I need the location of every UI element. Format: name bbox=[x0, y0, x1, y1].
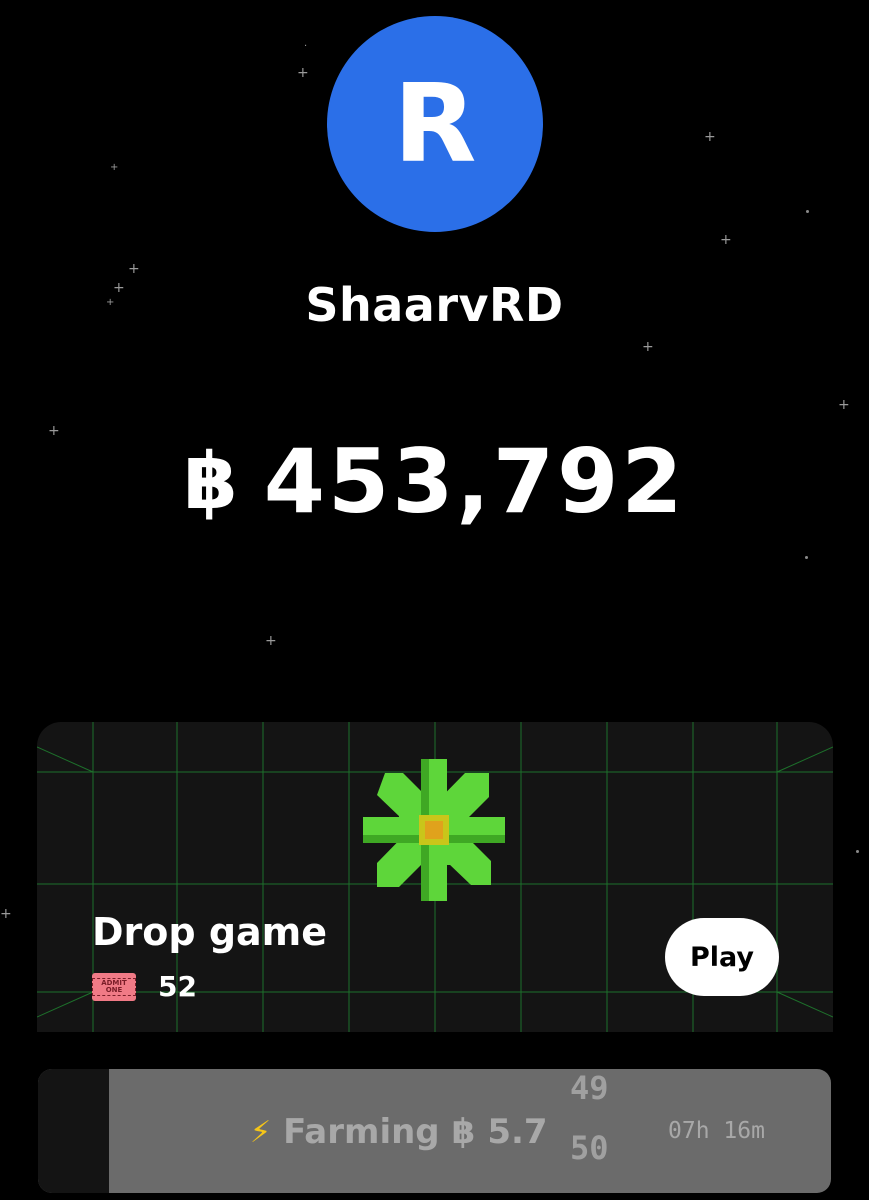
farming-amount: 5.7 bbox=[487, 1112, 548, 1152]
star-icon: + bbox=[0, 906, 12, 922]
star-icon: + bbox=[720, 232, 732, 248]
rolling-digits-top: 49 bbox=[570, 1069, 609, 1107]
game-title: Drop game bbox=[92, 910, 328, 954]
farming-progress bbox=[38, 1069, 110, 1193]
star-icon: + bbox=[265, 633, 277, 649]
farming-timer: 07h 16m bbox=[668, 1118, 765, 1144]
star-icon: + bbox=[297, 65, 309, 81]
balance-amount: 453,792 bbox=[263, 430, 686, 533]
ticket-counter: ADMIT ONE 52 bbox=[92, 970, 197, 1003]
currency-icon: ฿ bbox=[451, 1112, 476, 1152]
star-icon: + bbox=[704, 129, 716, 145]
star-icon: · bbox=[304, 41, 308, 52]
balance: ฿ 453,792 bbox=[0, 430, 869, 533]
farming-label: Farming bbox=[283, 1112, 440, 1152]
star-icon bbox=[806, 210, 809, 213]
drop-game-card[interactable]: Drop game ADMIT ONE 52 Play bbox=[37, 722, 833, 1032]
username: ShaarvRD bbox=[305, 278, 564, 332]
avatar[interactable]: R bbox=[327, 16, 543, 232]
avatar-letter: R bbox=[393, 61, 477, 187]
play-button[interactable]: Play bbox=[665, 918, 779, 996]
rolling-digits-bottom: 50 bbox=[570, 1129, 609, 1167]
lightning-icon: ⚡ bbox=[250, 1114, 272, 1150]
star-icon: + bbox=[128, 261, 140, 277]
ticket-icon: ADMIT ONE bbox=[92, 972, 136, 1001]
star-icon: + bbox=[642, 339, 654, 355]
farming-status: ⚡ Farming ฿ 5.7 bbox=[250, 1107, 548, 1157]
star-icon bbox=[805, 556, 808, 559]
star-icon: + bbox=[838, 397, 850, 413]
currency-icon: ฿ bbox=[183, 436, 238, 527]
star-icon bbox=[856, 850, 859, 853]
star-icon: + bbox=[110, 162, 119, 173]
mascot-icon bbox=[363, 759, 505, 901]
ticket-count: 52 bbox=[158, 970, 197, 1003]
